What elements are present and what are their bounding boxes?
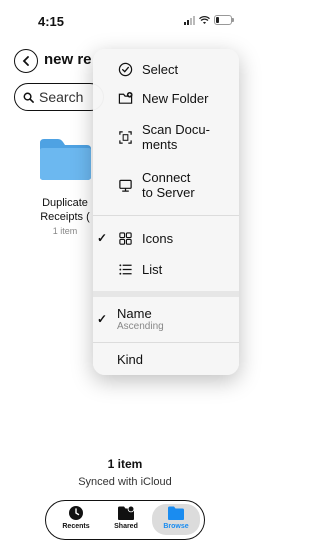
checkmark-circle-icon: [117, 61, 133, 77]
menu-item-list[interactable]: List: [93, 258, 239, 280]
menu-label-kind: Kind: [117, 351, 144, 367]
folder-name-line1: Duplicate: [42, 197, 88, 209]
menu-divider: [93, 215, 239, 216]
tab-bar: Recents Shared Browse: [45, 500, 205, 540]
tab-label-shared: Shared: [114, 523, 138, 530]
menu-label-new-folder: New Folder: [142, 90, 209, 106]
folder-icon: [168, 506, 184, 520]
menu-sublabel-ascending: Ascending: [117, 320, 164, 332]
tab-label-browse: Browse: [163, 523, 189, 530]
menu-label-scan-line2: ments: [142, 137, 178, 152]
menu-label-name: Name Ascending: [117, 306, 164, 333]
folder-plus-icon: [117, 90, 133, 106]
system-icons: [184, 15, 234, 25]
search-field[interactable]: Search: [14, 83, 104, 111]
list-icon: [117, 261, 133, 277]
menu-section-divider: [93, 291, 239, 297]
menu-item-sort-kind[interactable]: Kind: [93, 349, 239, 369]
cellular-signal-icon: [184, 15, 195, 25]
search-placeholder: Search: [39, 89, 84, 105]
search-icon: [23, 92, 34, 103]
menu-item-select[interactable]: Select: [93, 58, 239, 80]
menu-label-scan-documents: Scan Docu- ments: [142, 122, 210, 152]
wifi-icon: [199, 15, 210, 24]
menu-label-connect: Connect to Server: [142, 170, 195, 200]
page-title: new re: [44, 51, 92, 68]
status-bar: 4:15: [0, 0, 250, 40]
menu-item-sort-name[interactable]: ✓ Name Ascending: [93, 304, 239, 334]
menu-label-icons: Icons: [142, 230, 174, 246]
shared-folder-icon: [118, 505, 135, 520]
menu-label-scan-line1: Scan Docu-: [142, 122, 210, 137]
monitor-icon: [117, 177, 133, 193]
menu-item-icons[interactable]: ✓ Icons: [93, 227, 239, 249]
folder-name-line2: Receipts (: [40, 211, 90, 223]
item-count: 1 item: [107, 457, 143, 471]
grid-icon: [117, 230, 133, 246]
checkmark-icon: ✓: [97, 312, 108, 326]
menu-label-select: Select: [142, 61, 179, 77]
tab-browse[interactable]: Browse: [152, 504, 200, 535]
menu-label-list: List: [142, 261, 163, 277]
menu-divider: [93, 342, 239, 343]
battery-icon: [214, 15, 234, 25]
menu-item-scan-documents[interactable]: Scan Docu- ments: [93, 119, 239, 155]
sync-status: Synced with iCloud: [78, 476, 172, 488]
tab-shared[interactable]: Shared: [102, 505, 150, 530]
menu-label-connect-line2: to Server: [142, 185, 195, 200]
menu-label-name-text: Name: [117, 305, 152, 321]
tab-label-recents: Recents: [62, 523, 90, 530]
document-scan-icon: [117, 129, 133, 145]
options-menu: Select New Folder Scan Docu- ments Conne…: [93, 49, 239, 375]
menu-item-connect-to-server[interactable]: Connect to Server: [93, 167, 239, 203]
tab-recents[interactable]: Recents: [52, 505, 100, 530]
back-button[interactable]: [14, 49, 38, 73]
menu-label-connect-line1: Connect: [142, 170, 191, 185]
clock-icon: [69, 506, 83, 520]
chevron-left-icon: [22, 56, 29, 66]
menu-item-new-folder[interactable]: New Folder: [93, 87, 239, 109]
folder-icon[interactable]: [38, 137, 93, 181]
checkmark-icon: ✓: [97, 231, 108, 245]
status-time: 4:15: [38, 14, 65, 29]
